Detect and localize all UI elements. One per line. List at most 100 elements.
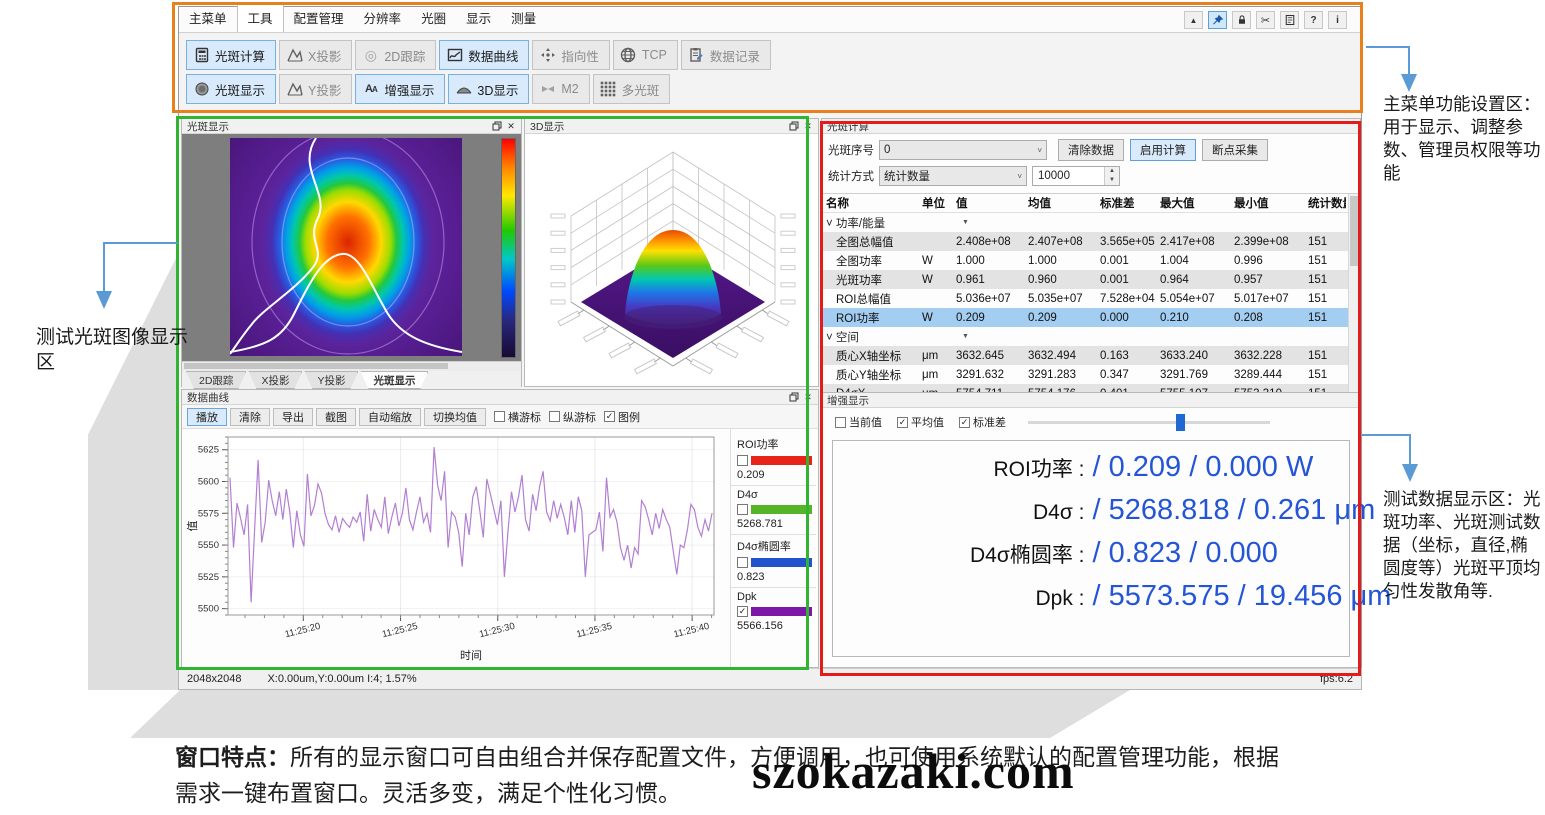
svg-text:5625: 5625 bbox=[198, 445, 219, 456]
enhanced-slider[interactable] bbox=[1028, 421, 1270, 424]
tab-光斑显示[interactable]: 光斑显示 bbox=[360, 371, 428, 389]
curve-checkbox-纵游标[interactable]: 纵游标 bbox=[549, 409, 596, 425]
column-header[interactable]: 值 bbox=[952, 195, 1024, 211]
close-icon[interactable]: ✕ bbox=[801, 120, 815, 132]
enhanced-checkbox-标准差[interactable]: ✓标准差 bbox=[959, 414, 1006, 430]
curve-button-切换均值[interactable]: 切换均值 bbox=[424, 408, 486, 426]
beam-panel-titlebar[interactable]: 光斑显示 ✕ bbox=[182, 119, 521, 134]
toolbar-button-data-record[interactable]: 数据记录 bbox=[681, 40, 771, 70]
stat-mode-combobox[interactable]: 统计数量˅ bbox=[879, 166, 1027, 186]
curve-panel-titlebar[interactable]: 数据曲线 ✕ bbox=[182, 390, 818, 405]
tab-Y投影[interactable]: Y投影 bbox=[304, 371, 358, 389]
spot-seq-combobox[interactable]: 0˅ bbox=[879, 140, 1047, 160]
toolbar-button-multi-spot[interactable]: 多光斑 bbox=[593, 74, 671, 104]
toolbar-button-y-projection[interactable]: Y投影 bbox=[279, 74, 352, 104]
toolbar-button-3d-display[interactable]: 3D显示 bbox=[448, 74, 529, 104]
checkbox-icon[interactable]: ✓ bbox=[604, 411, 615, 422]
time-series-chart[interactable]: 11:25:2011:25:2511:25:3011:25:3511:25:40… bbox=[182, 429, 730, 667]
table-row[interactable]: 光斑功率W0.9610.9600.0010.9640.957151 bbox=[822, 270, 1360, 289]
curve-button-导出[interactable]: 导出 bbox=[273, 408, 313, 426]
column-header[interactable]: 最大值 bbox=[1156, 195, 1230, 211]
3d-panel-titlebar[interactable]: 3D显示 ✕ bbox=[525, 119, 818, 134]
table-row[interactable]: 全图总幅值2.408e+082.407e+083.565e+052.417e+0… bbox=[822, 232, 1360, 251]
cut-icon[interactable]: ✂ bbox=[1256, 11, 1275, 29]
menu-item-7[interactable]: 测量 bbox=[501, 4, 546, 32]
curve-button-播放[interactable]: 播放 bbox=[187, 408, 227, 426]
enhanced-checkbox-当前值[interactable]: 当前值 bbox=[835, 414, 882, 430]
column-header[interactable]: 单位 bbox=[918, 195, 952, 211]
slider-handle[interactable] bbox=[1176, 414, 1185, 431]
table-group-row[interactable]: ˅ 功率/能量▼ bbox=[822, 213, 1360, 232]
float-window-icon[interactable] bbox=[787, 391, 801, 403]
menu-item-2[interactable]: 工具 bbox=[237, 3, 284, 32]
table-cell: 151 bbox=[1304, 293, 1346, 305]
checkbox-icon[interactable]: ✓ bbox=[959, 417, 970, 428]
toolbar-button-m2[interactable]: M2 bbox=[532, 74, 589, 104]
toolbar-button-tcp[interactable]: TCP bbox=[613, 40, 678, 70]
column-header[interactable]: 统计数量 bbox=[1304, 195, 1346, 211]
collapse-up-icon[interactable]: ▲ bbox=[1184, 11, 1203, 29]
checkbox-icon[interactable]: ✓ bbox=[897, 417, 908, 428]
calc-panel-titlebar[interactable]: 光斑计算 bbox=[822, 119, 1360, 134]
float-window-icon[interactable] bbox=[490, 120, 504, 132]
report-icon[interactable] bbox=[1280, 11, 1299, 29]
toolbar-button-2d-track[interactable]: ◎2D跟踪 bbox=[355, 40, 436, 70]
beam-image-area[interactable] bbox=[182, 134, 521, 361]
close-icon[interactable]: ✕ bbox=[801, 391, 815, 403]
help-icon[interactable]: ? bbox=[1304, 11, 1323, 29]
menu-item-6[interactable]: 显示 bbox=[456, 4, 501, 32]
table-row[interactable]: ROI功率W0.2090.2090.0000.2100.208151 bbox=[822, 308, 1360, 327]
float-window-icon[interactable] bbox=[787, 120, 801, 132]
spinner-arrows-icon[interactable]: ▲▼ bbox=[1104, 167, 1119, 185]
pin-icon[interactable] bbox=[1208, 11, 1227, 29]
menu-item-3[interactable]: 配置管理 bbox=[284, 4, 354, 32]
legend-checkbox[interactable] bbox=[737, 504, 748, 515]
calc-button-启用计算[interactable]: 启用计算 bbox=[1130, 139, 1196, 161]
table-row[interactable]: 质心Y轴坐标μm3291.6323291.2830.3473291.769328… bbox=[822, 365, 1360, 384]
stat-count-spinner[interactable]: 10000 ▲▼ bbox=[1032, 166, 1120, 186]
table-row[interactable]: 全图功率W1.0001.0000.0011.0040.996151 bbox=[822, 251, 1360, 270]
checkbox-icon[interactable] bbox=[494, 411, 505, 422]
curve-checkbox-横游标[interactable]: 横游标 bbox=[494, 409, 541, 425]
checkbox-icon[interactable] bbox=[549, 411, 560, 422]
toolbar-button-beam-calc[interactable]: 光斑计算 bbox=[186, 40, 276, 70]
close-icon[interactable]: ✕ bbox=[504, 120, 518, 132]
toolbar-row-2: 光斑显示Y投影AA增强显示3D显示M2多光斑 bbox=[186, 74, 670, 104]
lock-icon[interactable] bbox=[1232, 11, 1251, 29]
toolbar-button-pointing[interactable]: 指向性 bbox=[532, 40, 610, 70]
enhanced-checkbox-平均值[interactable]: ✓平均值 bbox=[897, 414, 944, 430]
calc-button-清除数据[interactable]: 清除数据 bbox=[1058, 139, 1124, 161]
3d-surface-plot[interactable] bbox=[525, 134, 818, 384]
vertical-scrollbar[interactable] bbox=[1348, 194, 1360, 402]
info-icon[interactable]: i bbox=[1328, 11, 1347, 29]
toolbar-button-beam-display[interactable]: 光斑显示 bbox=[186, 74, 276, 104]
legend-checkbox[interactable] bbox=[737, 455, 748, 466]
column-header[interactable]: 最小值 bbox=[1230, 195, 1304, 211]
enhanced-panel-titlebar[interactable]: 增强显示 bbox=[822, 393, 1360, 408]
table-row[interactable]: ROI总幅值5.036e+075.035e+077.528e+045.054e+… bbox=[822, 289, 1360, 308]
calc-button-断点采集[interactable]: 断点采集 bbox=[1202, 139, 1268, 161]
curve-button-清除[interactable]: 清除 bbox=[230, 408, 270, 426]
column-header[interactable]: 标准差 bbox=[1096, 195, 1156, 211]
legend-checkbox[interactable]: ✓ bbox=[737, 606, 748, 617]
beam-false-color-image[interactable] bbox=[230, 138, 462, 356]
table-group-row[interactable]: ˅ 空间▼ bbox=[822, 327, 1360, 346]
table-row[interactable]: 质心X轴坐标μm3632.6453632.4940.1633633.240363… bbox=[822, 346, 1360, 365]
menu-item-4[interactable]: 分辨率 bbox=[354, 4, 412, 32]
horizontal-scrollbar[interactable] bbox=[182, 361, 521, 371]
menu-item-5[interactable]: 光圈 bbox=[411, 4, 456, 32]
toolbar-button-x-projection[interactable]: X投影 bbox=[279, 40, 352, 70]
menu-item-1[interactable]: 主菜单 bbox=[179, 4, 237, 32]
column-header[interactable]: 均值 bbox=[1024, 195, 1096, 211]
checkbox-label: 标准差 bbox=[973, 414, 1006, 430]
curve-button-自动缩放[interactable]: 自动缩放 bbox=[359, 408, 421, 426]
legend-checkbox[interactable] bbox=[737, 557, 748, 568]
curve-checkbox-图例[interactable]: ✓图例 bbox=[604, 409, 640, 425]
tab-X投影[interactable]: X投影 bbox=[248, 371, 302, 389]
checkbox-icon[interactable] bbox=[835, 417, 846, 428]
measurement-table[interactable]: 名称单位值均值标准差最大值最小值统计数量 ˅ 功率/能量▼全图总幅值2.408e… bbox=[822, 193, 1360, 402]
toolbar-button-enhanced-display[interactable]: AA增强显示 bbox=[355, 74, 445, 104]
toolbar-button-data-curve[interactable]: 数据曲线 bbox=[439, 40, 529, 70]
curve-button-截图[interactable]: 截图 bbox=[316, 408, 356, 426]
column-header[interactable]: 名称 bbox=[822, 195, 918, 211]
